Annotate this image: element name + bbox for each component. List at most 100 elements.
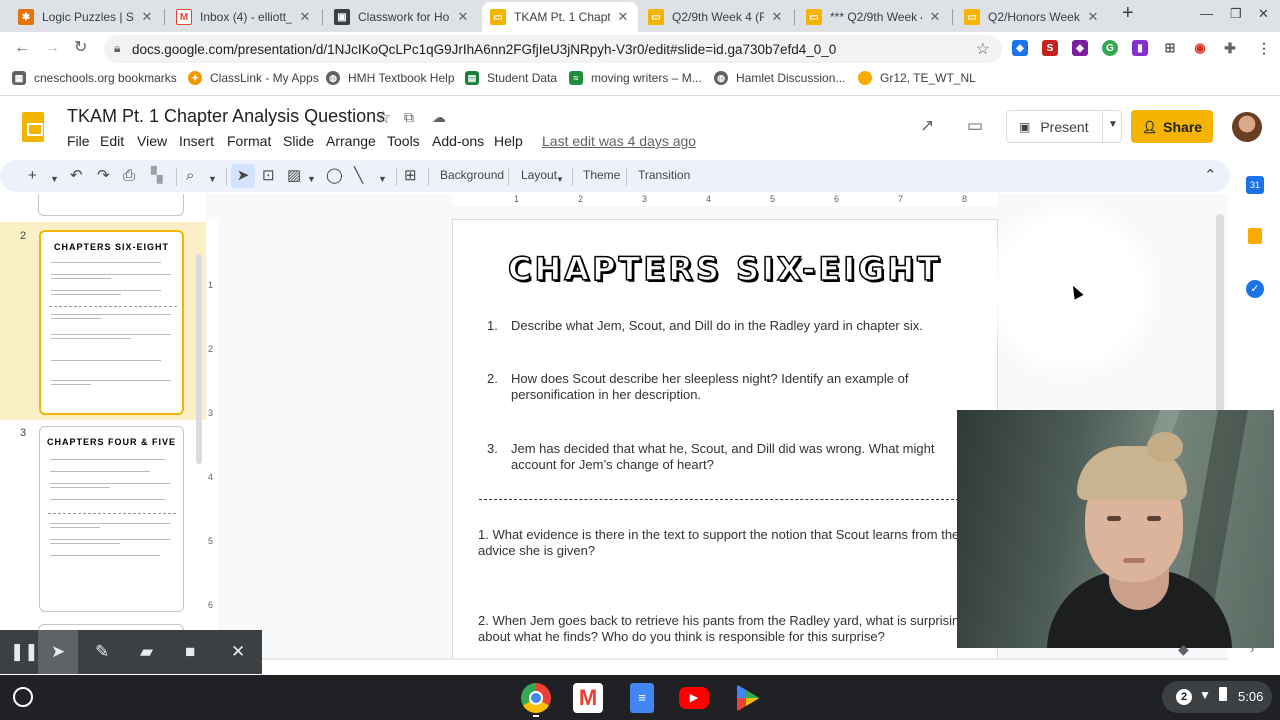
filmstrip-scrollbar[interactable] bbox=[196, 254, 202, 464]
menu-help[interactable]: Help bbox=[494, 133, 523, 149]
document-title[interactable]: TKAM Pt. 1 Chapter Analysis Questions bbox=[67, 106, 385, 127]
chrome-menu-icon[interactable]: ⋮ bbox=[1256, 40, 1272, 56]
canvas-scrollbar[interactable] bbox=[1216, 214, 1224, 414]
slide-title[interactable]: CHAPTERS SIX-EIGHT bbox=[453, 249, 997, 289]
text-box-icon[interactable]: ⊡ bbox=[262, 168, 275, 184]
question-3[interactable]: 3. Jem has decided that what he, Scout, … bbox=[487, 441, 957, 473]
extension-puzzle-icon[interactable]: ◆ bbox=[1072, 40, 1088, 56]
highlighter-icon[interactable]: ▰ bbox=[140, 642, 153, 662]
comments-icon[interactable]: ▭ bbox=[967, 116, 983, 136]
menu-format[interactable]: Format bbox=[227, 133, 271, 149]
screen-record-icon[interactable]: ◉ bbox=[1192, 40, 1208, 56]
bookmark-classlink[interactable]: ✦ ClassLink - My Apps bbox=[188, 71, 319, 85]
pause-icon[interactable]: ❚❚ bbox=[10, 642, 39, 662]
grammarly-icon[interactable]: G bbox=[1102, 40, 1118, 56]
print-icon[interactable]: ⎙ bbox=[123, 168, 135, 184]
restore-icon[interactable]: ❐ bbox=[1230, 6, 1242, 22]
close-icon[interactable]: ✕ bbox=[1086, 9, 1100, 25]
close-icon[interactable]: ✕ bbox=[298, 9, 312, 25]
chrome-icon[interactable] bbox=[521, 683, 551, 713]
calendar-icon[interactable]: 31 bbox=[1246, 176, 1264, 194]
keep-icon[interactable] bbox=[1248, 228, 1262, 244]
image-icon[interactable]: ▨ bbox=[287, 168, 301, 184]
tab-q2-9th-week4-re[interactable]: ▭ Q2/9th Week 4 (Re ✕ bbox=[640, 2, 792, 32]
address-bar[interactable]: 🔒︎ docs.google.com/presentation/d/1NJcIK… bbox=[104, 35, 1002, 63]
camera-icon[interactable]: ■ bbox=[185, 642, 195, 662]
slide-thumbnail-3[interactable]: CHAPTERS FOUR & FIVE bbox=[39, 426, 184, 612]
shape-icon[interactable]: ◯ bbox=[326, 168, 343, 184]
window-close-icon[interactable]: ✕ bbox=[1258, 6, 1269, 22]
explore-icon[interactable]: ◆ bbox=[1178, 641, 1189, 658]
tab-logic-puzzles[interactable]: ✱ Logic Puzzles | Sol ✕ bbox=[10, 2, 162, 32]
menu-edit[interactable]: Edit bbox=[100, 133, 124, 149]
zoom-icon[interactable]: ⌕ bbox=[186, 168, 194, 184]
screencastify-icon[interactable]: ◈ bbox=[1012, 40, 1028, 56]
activity-trend-icon[interactable]: ↗ bbox=[920, 116, 934, 136]
slides-logo-icon[interactable] bbox=[22, 112, 44, 142]
youtube-icon[interactable]: ▶ bbox=[679, 687, 709, 709]
menu-add-ons[interactable]: Add-ons bbox=[432, 133, 484, 149]
chevron-down-icon[interactable]: ▼ bbox=[1108, 119, 1118, 130]
bookmark-gr12[interactable]: Gr12, TE_WT_NL bbox=[858, 71, 976, 85]
tab-q2-9th-week4[interactable]: ▭ *** Q2/9th Week 4 ✕ bbox=[798, 2, 950, 32]
current-slide[interactable]: CHAPTERS SIX-EIGHT 1. Describe what Jem,… bbox=[452, 219, 998, 660]
reload-icon[interactable]: ↻ bbox=[74, 39, 87, 57]
extra-question-1[interactable]: 1. What evidence is there in the text to… bbox=[478, 527, 968, 559]
chevron-down-icon[interactable]: ▼ bbox=[556, 172, 564, 188]
star-icon[interactable]: ☆ bbox=[376, 108, 391, 128]
bookmark-cneschools[interactable]: ▦ cneschools.org bookmarks bbox=[12, 71, 177, 85]
share-button[interactable]: 👤︎ Share bbox=[1131, 110, 1213, 143]
layout-button[interactable]: Layout bbox=[521, 168, 557, 182]
bookmark-student-data[interactable]: ▤ Student Data bbox=[465, 71, 557, 85]
close-icon[interactable]: ✕ bbox=[456, 9, 470, 25]
menu-view[interactable]: View bbox=[137, 133, 167, 149]
tab-q2-honors-week4[interactable]: ▭ Q2/Honors Week 4 ✕ bbox=[956, 2, 1108, 32]
star-icon[interactable]: ☆ bbox=[976, 39, 990, 59]
slide-thumbnail-1[interactable] bbox=[38, 194, 184, 216]
extension-purple-icon[interactable]: ▮ bbox=[1132, 40, 1148, 56]
notification-count[interactable]: 2 bbox=[1176, 689, 1192, 705]
pointer-tool-icon[interactable]: ➤ bbox=[51, 642, 65, 662]
transition-button[interactable]: Transition bbox=[638, 168, 690, 182]
close-icon[interactable]: ✕ bbox=[140, 9, 154, 25]
bookmark-hamlet[interactable]: ◍ Hamlet Discussion... bbox=[714, 71, 845, 85]
gmail-icon[interactable]: M bbox=[573, 683, 603, 713]
chevron-down-icon[interactable]: ▼ bbox=[208, 171, 217, 187]
redo-icon[interactable]: ↷ bbox=[97, 168, 110, 184]
present-button[interactable]: ▣ Present ▼ bbox=[1006, 110, 1122, 143]
slide-thumbnail-2[interactable]: CHAPTERS SIX-EIGHT bbox=[39, 230, 184, 415]
menu-insert[interactable]: Insert bbox=[179, 133, 214, 149]
new-tab-button[interactable]: + bbox=[1122, 2, 1134, 25]
docs-icon[interactable]: ≡ bbox=[630, 683, 654, 713]
tab-classwork[interactable]: ▣ Classwork for Hono ✕ bbox=[326, 2, 478, 32]
bookmark-hmh[interactable]: ◍ HMH Textbook Help bbox=[326, 71, 455, 85]
paint-format-icon[interactable]: ▚ bbox=[151, 168, 163, 184]
chevron-down-icon[interactable]: ▼ bbox=[307, 171, 316, 187]
minimize-icon[interactable]: — bbox=[1200, 6, 1213, 21]
line-icon[interactable]: ╲ bbox=[354, 168, 363, 184]
background-button[interactable]: Background bbox=[440, 168, 504, 182]
apps-grid-icon[interactable]: ⊞ bbox=[1162, 40, 1178, 56]
extension-s-icon[interactable]: S bbox=[1042, 40, 1058, 56]
collapse-chevron-up-icon[interactable]: ⌃ bbox=[1204, 168, 1217, 184]
menu-slide[interactable]: Slide bbox=[283, 133, 314, 149]
chevron-down-icon[interactable]: ▼ bbox=[378, 171, 387, 187]
add-comment-icon[interactable]: ⊞ bbox=[404, 168, 417, 184]
menu-tools[interactable]: Tools bbox=[387, 133, 420, 149]
menu-file[interactable]: File bbox=[67, 133, 90, 149]
move-folder-icon[interactable]: ⧉ bbox=[404, 109, 414, 126]
chevron-down-icon[interactable]: ▼ bbox=[50, 171, 59, 187]
tab-inbox[interactable]: M Inbox (4) - elliott_b ✕ bbox=[168, 2, 320, 32]
launcher-icon[interactable] bbox=[13, 687, 33, 707]
theme-button[interactable]: Theme bbox=[583, 168, 620, 182]
pen-tool-icon[interactable]: ✎ bbox=[95, 642, 109, 662]
extra-question-2[interactable]: 2. When Jem goes back to retrieve his pa… bbox=[478, 613, 968, 645]
extensions-icon[interactable]: ✚ bbox=[1222, 40, 1238, 56]
speaker-notes-divider[interactable] bbox=[206, 658, 1228, 660]
close-icon[interactable]: ✕ bbox=[616, 9, 630, 25]
tab-tkam[interactable]: ▭ TKAM Pt. 1 Chapte ✕ bbox=[482, 2, 638, 32]
close-icon[interactable]: ✕ bbox=[231, 642, 245, 662]
avatar[interactable] bbox=[1232, 112, 1262, 142]
forward-icon[interactable]: → bbox=[44, 39, 60, 57]
menu-arrange[interactable]: Arrange bbox=[326, 133, 376, 149]
